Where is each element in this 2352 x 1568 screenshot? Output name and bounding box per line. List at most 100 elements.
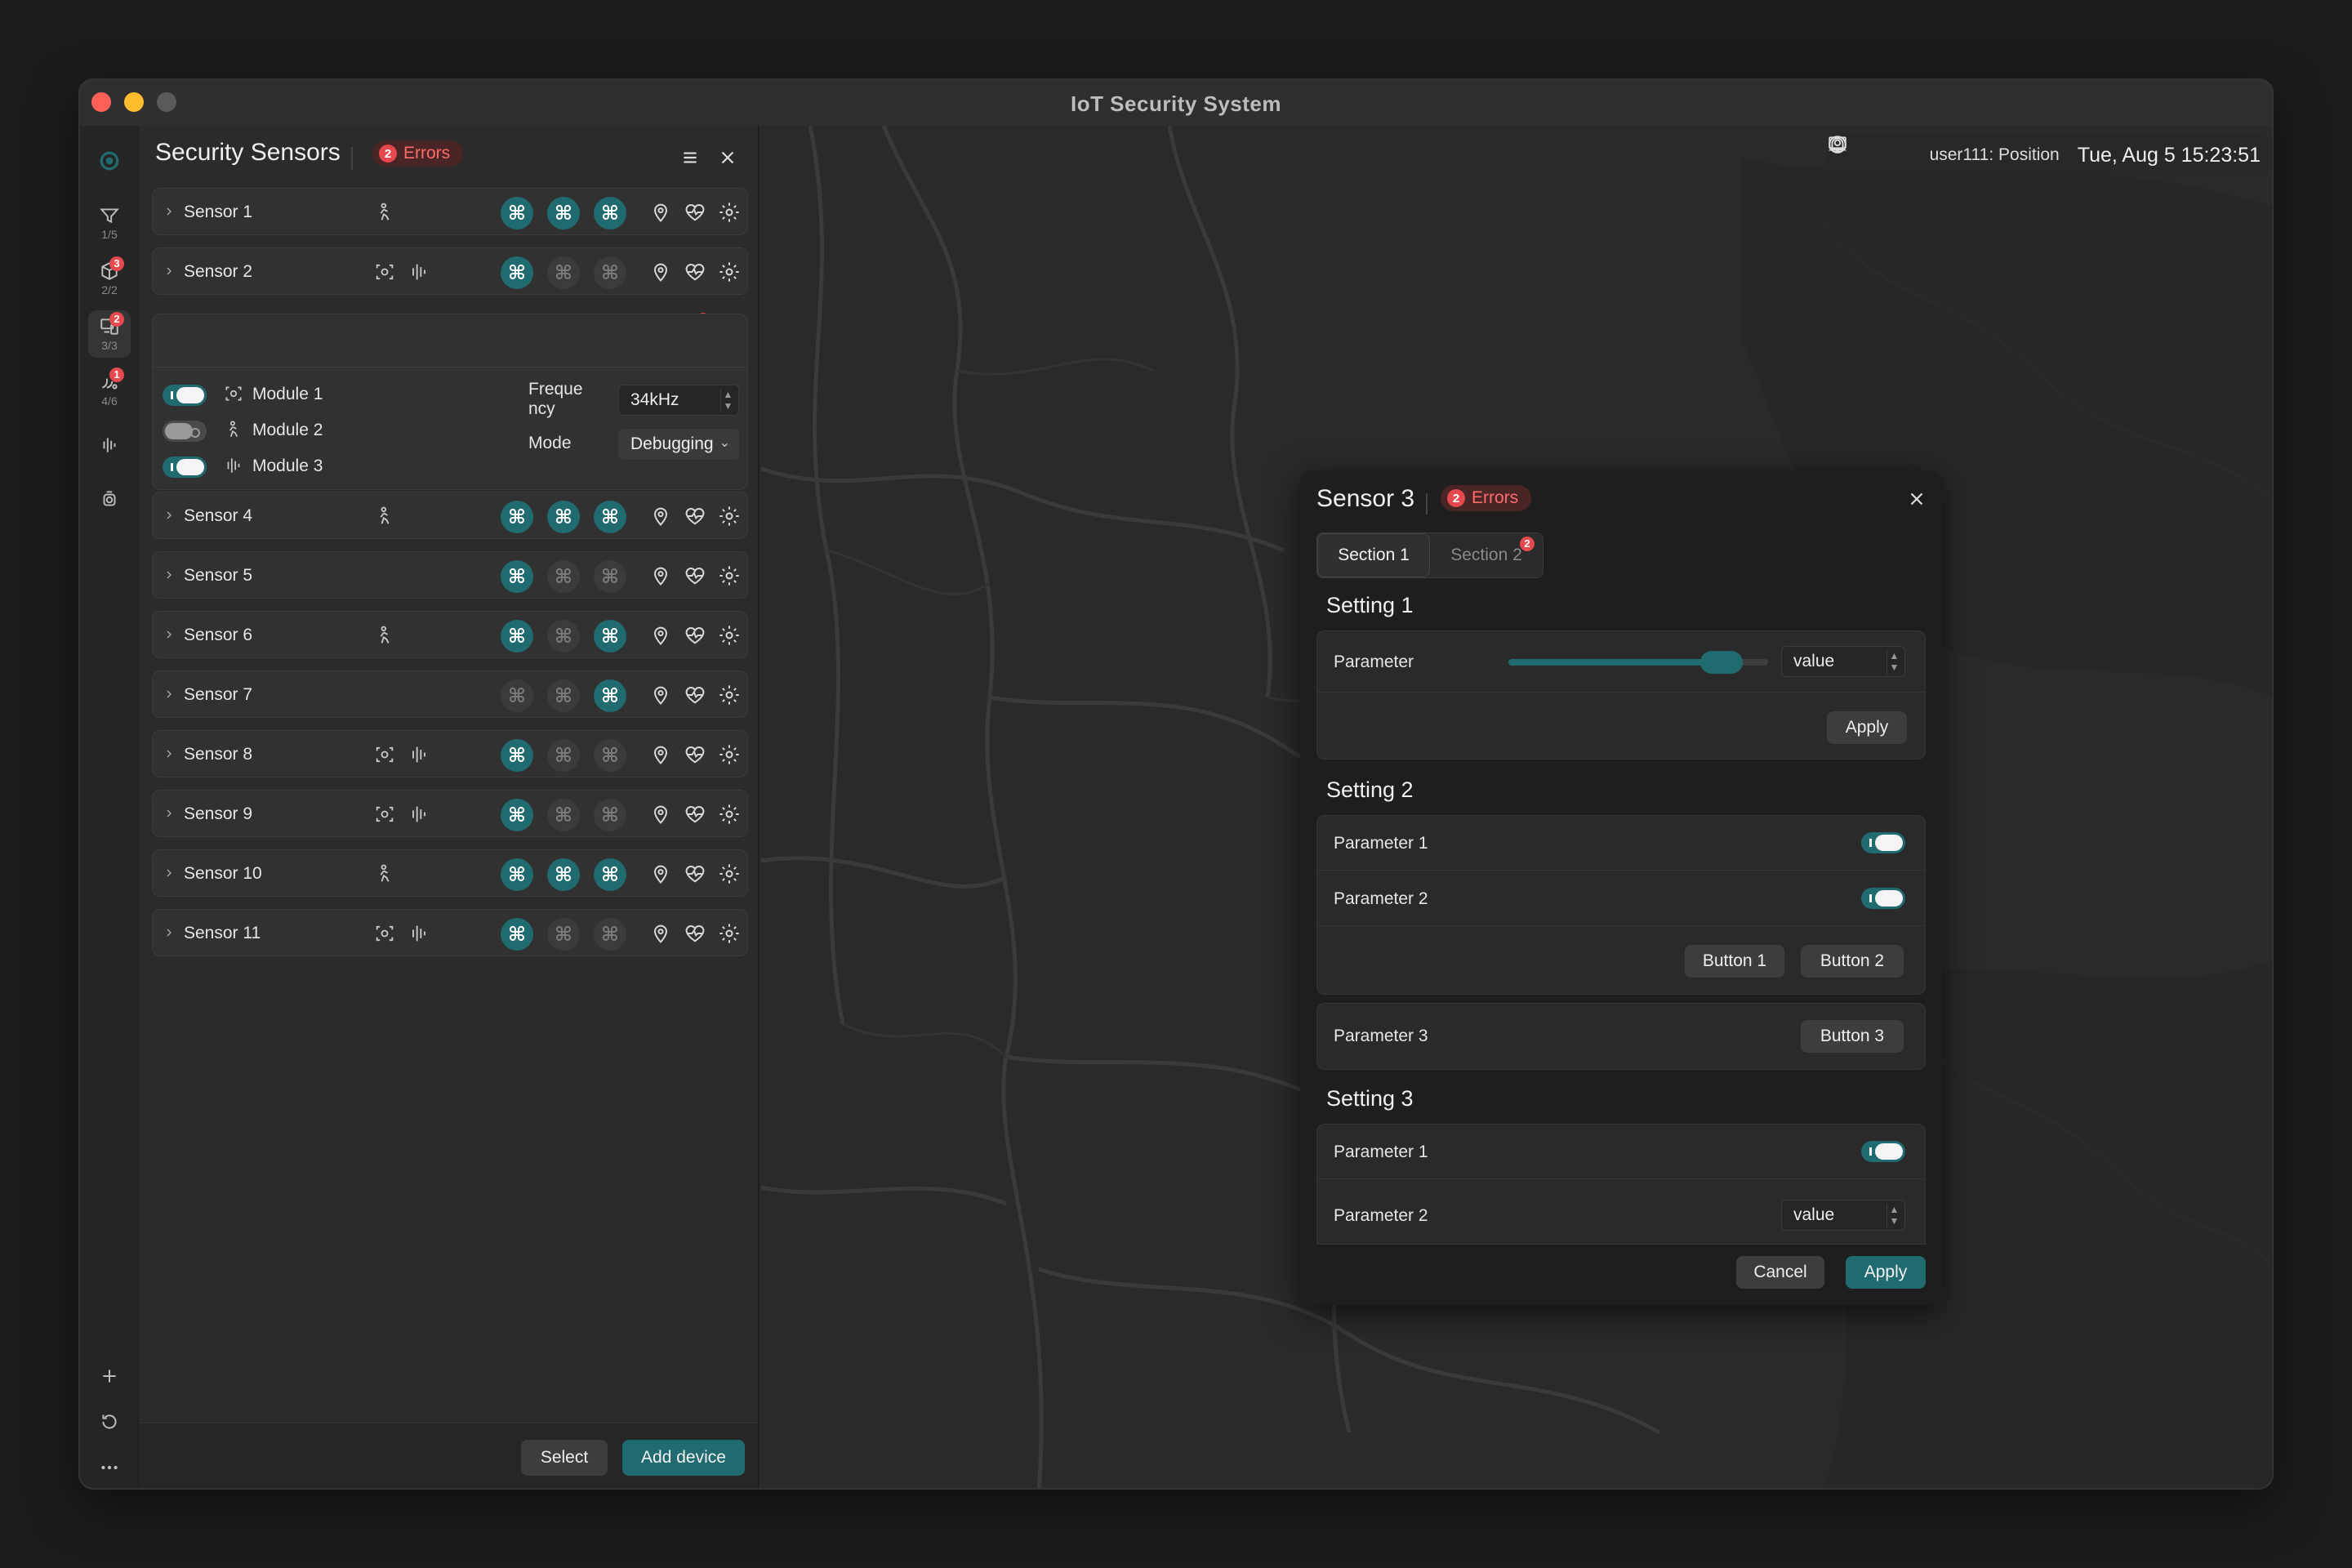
command-icon[interactable]: ⌘: [594, 679, 626, 712]
errors-badge[interactable]: 2 Errors: [372, 140, 464, 167]
button-2[interactable]: Button 2: [1801, 945, 1904, 978]
gear-icon[interactable]: [718, 922, 741, 945]
dialog-apply-button[interactable]: Apply: [1846, 1256, 1926, 1289]
rail-filter[interactable]: 1/5: [88, 199, 131, 247]
gear-icon[interactable]: [718, 624, 741, 647]
gear-icon[interactable]: [718, 862, 741, 885]
chevron-right-icon[interactable]: [163, 628, 176, 641]
button-1[interactable]: Button 1: [1685, 945, 1784, 978]
chevron-right-icon[interactable]: [163, 265, 176, 278]
gear-icon[interactable]: [718, 505, 741, 528]
location-icon[interactable]: [649, 261, 672, 283]
chevron-right-icon[interactable]: [163, 205, 176, 218]
rail-signal[interactable]: 4/6 1: [88, 366, 131, 413]
button-3[interactable]: Button 3: [1801, 1020, 1904, 1053]
command-icon[interactable]: ⌘: [547, 858, 580, 891]
location-icon[interactable]: [649, 922, 672, 945]
parameter-2-value-input[interactable]: value ▲ ▼: [1781, 1200, 1905, 1231]
add-button[interactable]: [88, 1352, 131, 1400]
tab-section-2[interactable]: Section 2 2: [1430, 533, 1543, 577]
chevron-right-icon[interactable]: [163, 688, 176, 701]
module-1-toggle[interactable]: [163, 385, 207, 406]
module-2-toggle[interactable]: [163, 421, 207, 442]
command-icon[interactable]: ⌘: [501, 918, 533, 951]
health-icon[interactable]: [684, 505, 706, 528]
location-icon[interactable]: [649, 564, 672, 587]
command-icon[interactable]: ⌘: [594, 739, 626, 772]
chevron-right-icon[interactable]: [163, 807, 176, 820]
chevron-right-icon[interactable]: [163, 926, 176, 939]
command-icon[interactable]: ⌘: [501, 858, 533, 891]
parameter-2-toggle[interactable]: [1861, 888, 1905, 909]
command-icon[interactable]: ⌘: [547, 620, 580, 653]
health-icon[interactable]: [684, 624, 706, 647]
rail-devices[interactable]: 3/3 2: [88, 310, 131, 358]
apply-button[interactable]: Apply: [1827, 711, 1907, 744]
chevron-right-icon[interactable]: [163, 866, 176, 880]
health-icon[interactable]: [684, 922, 706, 945]
refresh-button[interactable]: [88, 1398, 131, 1446]
location-icon[interactable]: [649, 201, 672, 224]
command-icon[interactable]: ⌘: [547, 197, 580, 229]
gear-icon[interactable]: [718, 684, 741, 706]
more-button[interactable]: [88, 1444, 131, 1488]
select-button[interactable]: Select: [521, 1440, 608, 1476]
location-icon[interactable]: [649, 803, 672, 826]
health-icon[interactable]: [684, 803, 706, 826]
command-icon[interactable]: ⌘: [547, 739, 580, 772]
close-icon[interactable]: [717, 147, 738, 168]
menu-icon[interactable]: [679, 147, 701, 168]
health-icon[interactable]: [684, 564, 706, 587]
sensor-row[interactable]: Sensor 11 ⌘ ⌘ ⌘: [152, 909, 748, 956]
sensor-row[interactable]: Sensor 6 ⌘ ⌘ ⌘: [152, 611, 748, 658]
command-icon[interactable]: ⌘: [547, 679, 580, 712]
notifications-button[interactable]: [1828, 137, 1918, 173]
command-icon[interactable]: ⌘: [594, 501, 626, 533]
stepper-icon[interactable]: ▲ ▼: [720, 389, 735, 413]
command-icon[interactable]: ⌘: [547, 256, 580, 289]
command-icon[interactable]: ⌘: [501, 620, 533, 653]
stepper-icon[interactable]: ▲ ▼: [1886, 650, 1901, 675]
command-icon[interactable]: ⌘: [594, 620, 626, 653]
frequency-input[interactable]: 34kHz ▲ ▼: [618, 385, 739, 416]
gear-icon[interactable]: [718, 564, 741, 587]
gear-icon[interactable]: [718, 261, 741, 283]
command-icon[interactable]: ⌘: [501, 739, 533, 772]
health-icon[interactable]: [684, 201, 706, 224]
gear-icon[interactable]: [718, 201, 741, 224]
health-icon[interactable]: [684, 261, 706, 283]
command-icon[interactable]: ⌘: [501, 679, 533, 712]
chevron-right-icon[interactable]: [163, 509, 176, 522]
logo-icon[interactable]: [88, 137, 131, 185]
sensor-row[interactable]: Sensor 4 ⌘ ⌘ ⌘: [152, 492, 748, 539]
parameter-1-toggle[interactable]: [1861, 832, 1905, 853]
user-menu[interactable]: user111: Position: [1828, 136, 2060, 165]
health-icon[interactable]: [684, 862, 706, 885]
add-device-button[interactable]: Add device: [622, 1440, 745, 1476]
sensor-row[interactable]: Sensor 10 ⌘ ⌘ ⌘: [152, 849, 748, 897]
slider-thumb[interactable]: [1699, 651, 1743, 674]
gear-icon[interactable]: [718, 743, 741, 766]
rail-sensor[interactable]: [88, 475, 131, 523]
command-icon[interactable]: ⌘: [594, 858, 626, 891]
rail-cube[interactable]: 2/2 3: [88, 255, 131, 302]
sensor-row[interactable]: Sensor 7 ⌘ ⌘ ⌘: [152, 670, 748, 718]
command-icon[interactable]: ⌘: [594, 560, 626, 593]
rail-waveform[interactable]: [88, 421, 131, 469]
command-icon[interactable]: ⌘: [594, 256, 626, 289]
sensor-row[interactable]: Sensor 2 ⌘ ⌘ ⌘: [152, 247, 748, 295]
parameter-value-input[interactable]: value ▲ ▼: [1781, 646, 1905, 677]
command-icon[interactable]: ⌘: [594, 197, 626, 229]
command-icon[interactable]: ⌘: [501, 501, 533, 533]
command-icon[interactable]: ⌘: [501, 197, 533, 229]
module-3-toggle[interactable]: [163, 457, 207, 478]
parameter-1-toggle[interactable]: [1861, 1141, 1905, 1162]
health-icon[interactable]: [684, 743, 706, 766]
command-icon[interactable]: ⌘: [547, 918, 580, 951]
sensor-row[interactable]: Sensor 8 ⌘ ⌘ ⌘: [152, 730, 748, 777]
dialog-errors-badge[interactable]: 2 Errors: [1441, 485, 1532, 511]
sensor-row[interactable]: Sensor 9 ⌘ ⌘ ⌘: [152, 790, 748, 837]
command-icon[interactable]: ⌘: [501, 560, 533, 593]
command-icon[interactable]: ⌘: [594, 799, 626, 831]
command-icon[interactable]: ⌘: [547, 501, 580, 533]
